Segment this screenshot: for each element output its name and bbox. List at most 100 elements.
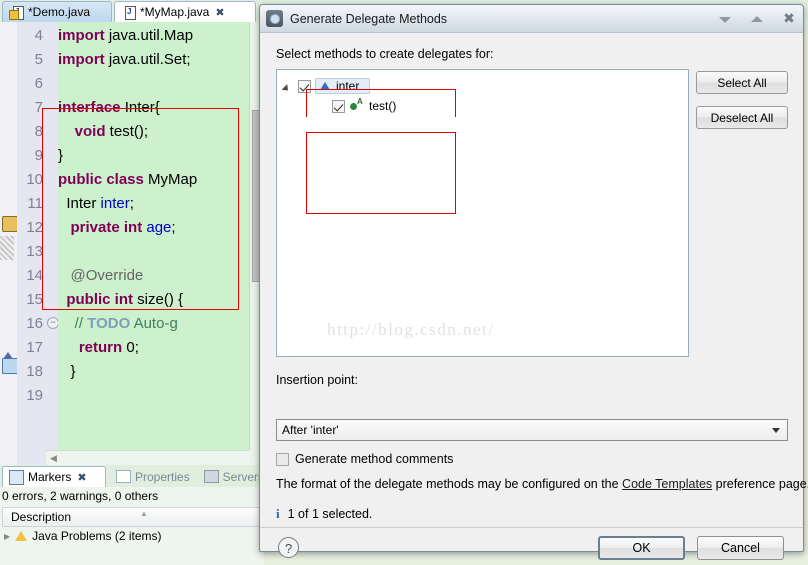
editor-folding-gutter[interactable]: − (46, 22, 59, 465)
code-templates-link[interactable]: Code Templates (622, 477, 712, 491)
tab-servers-label: Servers (222, 469, 264, 484)
info-icon: i (276, 506, 280, 521)
dialog-title-bar[interactable]: Generate Delegate Methods ✖ (260, 5, 803, 33)
todo-task-icon (2, 358, 18, 374)
servers-icon (204, 470, 219, 483)
watermark-text: http://blog.csdn.net/ (327, 320, 495, 339)
markers-status-text: 0 errors, 2 warnings, 0 others (2, 489, 159, 503)
line-number: 4 (34, 27, 43, 44)
methods-tree[interactable]: inter A test() http://blog.csdn.net/ (276, 69, 689, 357)
checkbox-test[interactable] (332, 99, 345, 113)
code-line[interactable]: interface Inter{ (58, 96, 160, 120)
tree-item-inter-content[interactable]: inter (315, 78, 371, 94)
deselect-all-button[interactable]: Deselect All (696, 106, 788, 129)
tree-item-test[interactable]: A test() (332, 98, 397, 113)
checkbox-generate-method-comments[interactable] (276, 452, 289, 466)
format-note: The format of the delegate methods may b… (276, 477, 808, 491)
line-number: 10 (26, 171, 43, 188)
checkbox-inter[interactable] (298, 79, 311, 93)
code-line[interactable]: private int age; (58, 216, 176, 240)
line-number: 14 (26, 267, 43, 284)
generate-method-comments-row[interactable]: Generate method comments (276, 452, 453, 466)
tree-item-test-label: test() (369, 99, 397, 113)
override-indicator-icon (2, 335, 14, 359)
ok-button[interactable]: OK (598, 536, 685, 560)
editor-tab-demo[interactable]: J *Demo.java (2, 1, 112, 22)
code-line[interactable]: import java.util.Set; (58, 48, 191, 72)
warning-icon (15, 531, 28, 541)
properties-icon (116, 470, 131, 483)
code-line[interactable]: return 0; (58, 336, 139, 360)
close-icon[interactable]: ✖ (781, 11, 797, 27)
maximize-icon[interactable] (749, 11, 765, 27)
abstract-method-icon: A (349, 98, 365, 113)
expand-arrow-icon[interactable] (283, 81, 294, 92)
markers-tab-bar: Markers ✖ Properties Servers (0, 465, 264, 487)
markers-icon (9, 469, 24, 485)
line-number: 15 (26, 291, 43, 308)
chevron-down-icon[interactable] (772, 428, 780, 433)
insertion-point-value: After 'inter' (282, 423, 339, 437)
sort-ascending-icon[interactable]: ▲ (140, 509, 148, 518)
help-button[interactable]: ? (278, 537, 299, 558)
code-line[interactable]: public class MyMap (58, 168, 197, 192)
status-message-text: 1 of 1 selected. (287, 507, 373, 521)
line-number-column: 4 5 6 7 8 9 10 11 12 13 14 15 16 17 18 19 (17, 22, 46, 465)
line-number: 17 (26, 339, 43, 356)
line-number: 19 (26, 387, 43, 404)
code-line[interactable]: } (58, 144, 63, 168)
screen: J *Demo.java J *MyMap.java ✖ (0, 0, 808, 565)
markers-view: Markers ✖ Properties Servers 0 errors, 2… (0, 465, 264, 565)
editor-marker-gutter[interactable] (0, 22, 18, 465)
code-text-area[interactable]: import java.util.Map import java.util.Set… (58, 22, 250, 465)
tab-properties-label: Properties (135, 469, 190, 484)
code-line[interactable]: Inter inter; (58, 192, 134, 216)
gear-icon (266, 10, 283, 27)
markers-column-description[interactable]: Description (2, 507, 262, 527)
code-line[interactable]: void test(); (58, 120, 148, 144)
code-line[interactable]: @Override (58, 264, 144, 288)
status-message: i 1 of 1 selected. (276, 506, 372, 522)
lock-overlay-icon (2, 216, 18, 232)
scroll-left-icon[interactable]: ◀ (50, 453, 57, 463)
divider (260, 527, 803, 528)
line-number: 6 (34, 75, 43, 92)
tab-properties[interactable]: Properties (110, 466, 198, 487)
markers-row-java-problems[interactable]: ▶ Java Problems (2 items) (4, 529, 162, 543)
line-number: 9 (34, 147, 43, 164)
insertion-point-select[interactable]: After 'inter' (276, 419, 788, 441)
line-number: 18 (26, 363, 43, 380)
select-methods-prompt: Select methods to create delegates for: (276, 47, 494, 61)
tab-markers-label: Markers (28, 470, 72, 484)
window-controls: ✖ (717, 5, 797, 33)
insertion-point-label: Insertion point: (276, 373, 358, 387)
minimize-icon[interactable] (717, 11, 733, 27)
line-number: 13 (26, 243, 43, 260)
java-file-warning-icon: J (9, 5, 24, 20)
code-line[interactable]: public int size() { (58, 288, 183, 312)
annotation-box-tree (306, 132, 456, 214)
markers-row-label: Java Problems (2 items) (32, 529, 162, 543)
code-line[interactable]: // TODO Auto-g (58, 312, 178, 336)
generate-method-comments-label: Generate method comments (295, 452, 454, 466)
line-number: 7 (34, 99, 43, 116)
line-number: 12 (26, 219, 43, 236)
tab-markers[interactable]: Markers ✖ (2, 466, 106, 487)
java-file-icon: J (123, 5, 136, 20)
code-editor[interactable]: − import java.util.Map import java.util.S… (0, 22, 264, 465)
line-number: 11 (27, 195, 43, 212)
interface-icon (318, 79, 332, 93)
dialog-title: Generate Delegate Methods (290, 11, 448, 26)
expand-arrow-icon[interactable]: ▶ (4, 532, 10, 541)
line-number: 16 (26, 315, 43, 332)
code-line[interactable]: } (58, 360, 76, 384)
generate-delegate-methods-dialog: Generate Delegate Methods ✖ Select metho… (259, 4, 808, 560)
editor-tab-mymap[interactable]: J *MyMap.java ✖ (114, 1, 256, 22)
code-line[interactable]: import java.util.Map (58, 24, 193, 48)
close-icon[interactable]: ✖ (215, 6, 224, 19)
select-all-button[interactable]: Select All (696, 71, 788, 94)
cancel-button[interactable]: Cancel (697, 536, 784, 560)
tree-item-inter[interactable]: inter (283, 78, 371, 94)
close-icon[interactable]: ✖ (77, 471, 86, 484)
editor-horizontal-scrollbar[interactable]: ◀ (46, 450, 250, 465)
